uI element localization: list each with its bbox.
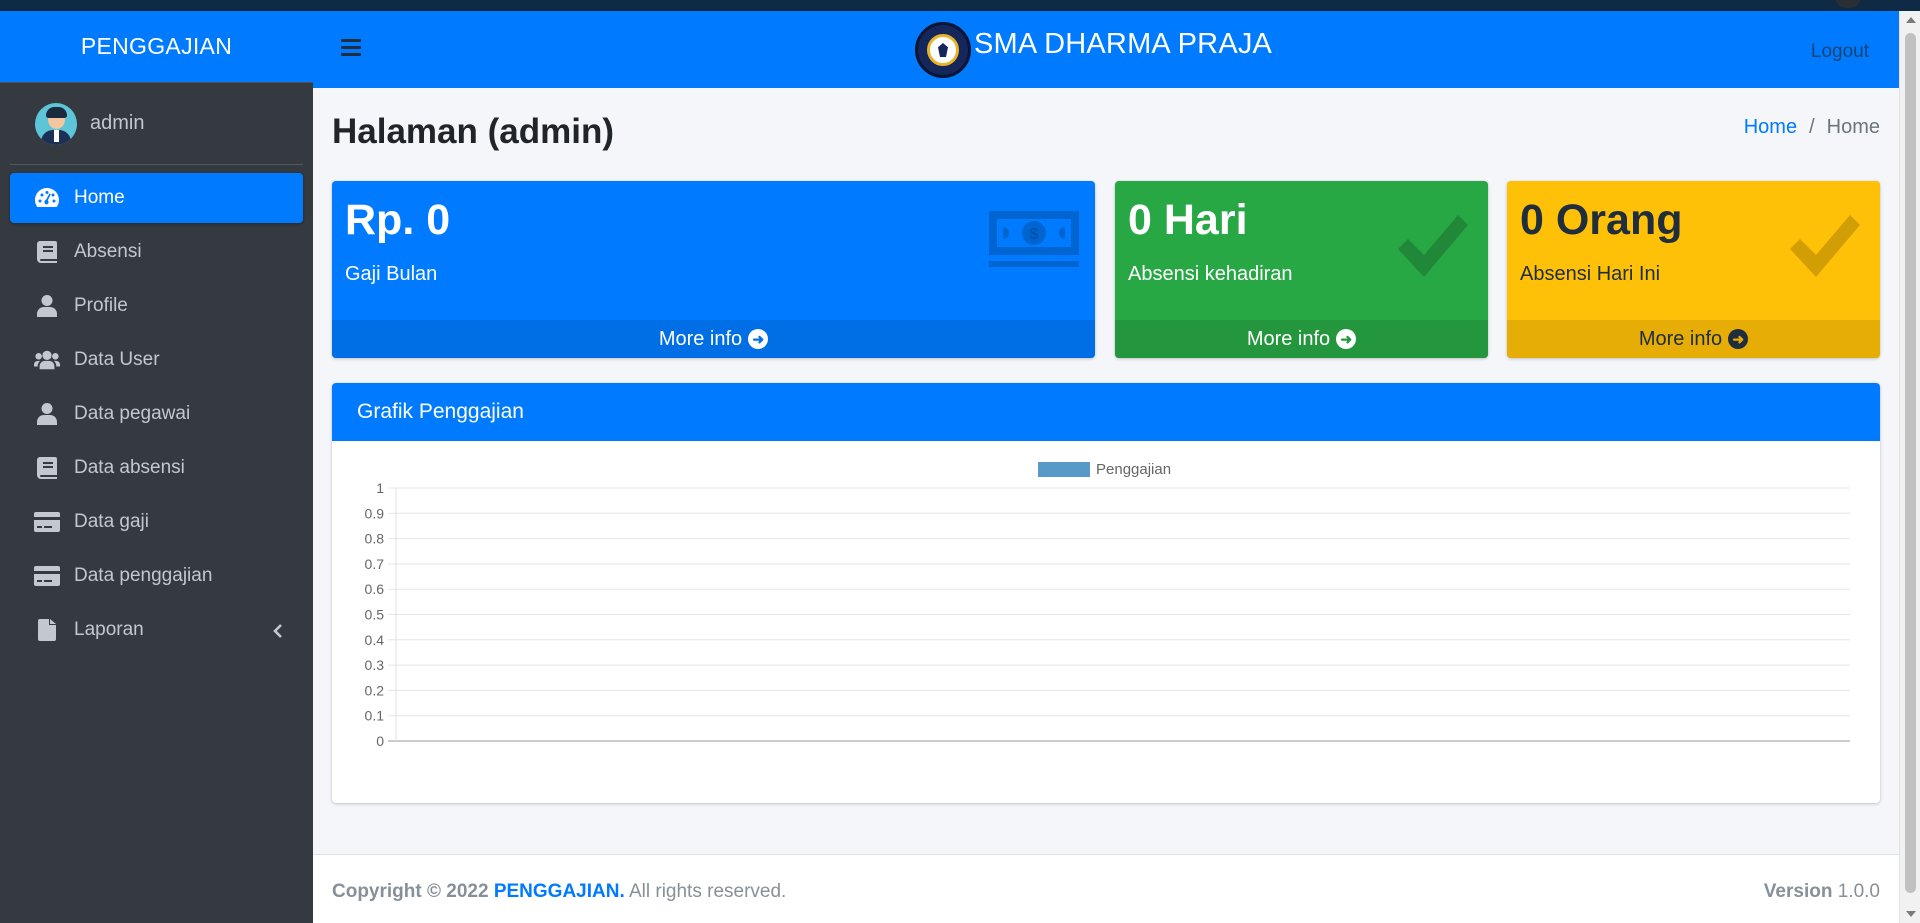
- box-label: Absensi Hari Ini: [1520, 263, 1661, 285]
- site-title: SMA DHARMA PRAJA: [974, 28, 1273, 60]
- tachometer-icon: [34, 186, 60, 210]
- y-tick-label: 0: [376, 733, 384, 749]
- sidebar-item-label: Data pegawai: [74, 403, 191, 424]
- sidebar-item-data-gaji[interactable]: Data gaji: [10, 497, 303, 547]
- sidebar-item-profile[interactable]: Profile: [10, 281, 303, 331]
- box-value: 0 Orang: [1520, 196, 1683, 244]
- box-label: Gaji Bulan: [345, 263, 438, 285]
- sidebar-item-label: Home: [74, 187, 125, 208]
- y-tick-label: 0.2: [365, 682, 385, 698]
- book-icon: [34, 456, 60, 480]
- small-box-absensi-hari-ini: 0 Orang Absensi Hari Ini More info ➜: [1507, 181, 1880, 358]
- page-title: Halaman (admin): [332, 112, 614, 151]
- footer-brand-link[interactable]: PENGGAJIAN.: [494, 881, 625, 902]
- arrow-circle-right-icon: ➜: [1336, 329, 1357, 349]
- book-icon: [34, 240, 60, 264]
- more-info-link[interactable]: More info ➜: [1507, 320, 1880, 358]
- users-icon: [34, 348, 60, 372]
- y-tick-label: 0.1: [365, 708, 385, 724]
- brand-link[interactable]: PENGGAJIAN: [0, 11, 313, 83]
- credit-card-icon: [34, 510, 60, 534]
- card-title: Grafik Penggajian: [357, 400, 524, 423]
- box-label: Absensi kehadiran: [1128, 263, 1293, 285]
- sidebar-item-data-penggajian[interactable]: Data penggajian: [10, 551, 303, 601]
- user-panel[interactable]: admin: [10, 83, 303, 165]
- sidebar-item-label: Data absensi: [74, 457, 185, 478]
- more-info-label: More info: [658, 327, 743, 350]
- y-tick-label: 1: [376, 480, 384, 496]
- penggajian-chart: Penggajian 1 0.9 0.8 0.7 0.6 0.5 0.4 0.3 0.2 0.1 0: [365, 461, 1850, 749]
- top-navbar: SMA DHARMA PRAJA Logout: [313, 11, 1899, 88]
- file-icon: [34, 618, 60, 642]
- sidebar-item-label: Data User: [74, 349, 160, 370]
- sidebar-item-label: Absensi: [74, 241, 142, 262]
- copyright-text: Copyright © 2022: [332, 881, 489, 902]
- sidebar-item-label: Data gaji: [74, 511, 149, 532]
- sidebar-nav: Home Absensi Profile Data User Data pega…: [0, 165, 313, 667]
- footer: Copyright © 2022 PENGGAJIAN. All rights …: [313, 854, 1899, 923]
- small-box-gaji: Rp. 0 Gaji Bulan $ More info ➜: [332, 181, 1095, 358]
- footer-version: Version 1.0.0: [1764, 881, 1880, 903]
- breadcrumb: Home / Home: [1743, 116, 1880, 138]
- chevron-left-icon[interactable]: [273, 622, 283, 644]
- breadcrumb-current: Home: [1826, 116, 1880, 138]
- sidebar-item-label: Profile: [74, 295, 128, 316]
- small-box-kehadiran: 0 Hari Absensi kehadiran More info ➜: [1115, 181, 1488, 358]
- user-name: admin: [90, 112, 145, 134]
- arrow-circle-right-icon: ➜: [748, 329, 769, 349]
- check-icon: [1394, 211, 1472, 286]
- money-bill-icon: $: [989, 211, 1079, 274]
- legend-swatch: [1038, 462, 1090, 477]
- more-info-link[interactable]: More info ➜: [1115, 320, 1488, 358]
- browser-top-strip: [0, 0, 1920, 11]
- sidebar: PENGGAJIAN admin Home Absensi Profile Da…: [0, 11, 313, 923]
- menu-toggle-icon[interactable]: [341, 39, 361, 57]
- user-icon: [34, 294, 60, 318]
- y-tick-label: 0.3: [365, 657, 385, 673]
- sidebar-item-home[interactable]: Home: [10, 173, 303, 223]
- breadcrumb-home-link[interactable]: Home: [1744, 116, 1797, 138]
- more-info-label: More info: [1638, 327, 1723, 350]
- chart-card: Grafik Penggajian Penggajian 1 0.9 0.8 0.7 0.…: [332, 383, 1880, 803]
- logout-link[interactable]: Logout: [1811, 41, 1869, 63]
- sidebar-item-data-absensi[interactable]: Data absensi: [10, 443, 303, 493]
- sidebar-item-label: Laporan: [74, 619, 144, 640]
- version-number: 1.0.0: [1837, 881, 1880, 902]
- user-icon: [34, 402, 60, 426]
- legend-label: Penggajian: [1096, 461, 1171, 478]
- more-info-label: More info: [1246, 327, 1331, 350]
- school-logo: [915, 22, 971, 78]
- top-strip-dot: [1836, 0, 1860, 8]
- box-value: Rp. 0: [345, 196, 451, 244]
- avatar: [35, 102, 77, 145]
- version-label: Version: [1763, 881, 1833, 902]
- sidebar-item-data-pegawai[interactable]: Data pegawai: [10, 389, 303, 439]
- footer-copyright: Copyright © 2022 PENGGAJIAN. All rights …: [332, 881, 786, 903]
- y-tick-label: 0.6: [365, 581, 385, 597]
- credit-card-icon: [34, 564, 60, 588]
- page-scrollbar[interactable]: [1899, 11, 1920, 923]
- brand-text: PENGGAJIAN: [80, 33, 233, 59]
- sidebar-item-data-user[interactable]: Data User: [10, 335, 303, 385]
- sidebar-item-absensi[interactable]: Absensi: [10, 227, 303, 277]
- y-tick-label: 0.8: [365, 531, 385, 547]
- box-value: 0 Hari: [1128, 196, 1248, 244]
- y-tick-label: 0.7: [365, 556, 385, 572]
- svg-text:$: $: [1030, 226, 1039, 243]
- more-info-link[interactable]: More info ➜: [332, 320, 1095, 358]
- y-tick-label: 0.4: [365, 632, 385, 648]
- card-header: Grafik Penggajian: [332, 383, 1880, 441]
- sidebar-item-laporan[interactable]: Laporan: [10, 605, 303, 655]
- check-icon: [1786, 211, 1864, 286]
- y-tick-label: 0.5: [365, 607, 385, 623]
- y-tick-label: 0.9: [365, 505, 385, 521]
- sidebar-item-label: Data penggajian: [74, 565, 213, 586]
- rights-text: All rights reserved.: [628, 881, 787, 902]
- arrow-circle-right-icon: ➜: [1728, 329, 1749, 349]
